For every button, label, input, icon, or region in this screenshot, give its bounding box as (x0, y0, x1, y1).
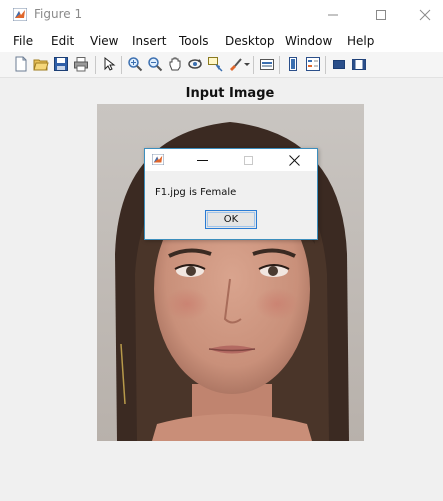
axes-title: Input Image (185, 86, 275, 101)
link-plot-icon[interactable] (259, 56, 275, 72)
window-title: Figure 1 (34, 7, 83, 21)
matlab-icon (152, 154, 164, 165)
toolbar-separator (95, 56, 96, 74)
close-icon (289, 155, 300, 166)
matlab-icon (13, 8, 27, 21)
pointer-icon[interactable] (101, 56, 117, 72)
toolbar-separator (279, 56, 280, 74)
maximize-icon (244, 156, 253, 165)
print-icon[interactable] (73, 56, 89, 72)
hide-plot-tools-icon[interactable] (331, 56, 347, 72)
title-bar[interactable]: Figure 1 (0, 0, 443, 30)
menu-help[interactable]: Help (347, 34, 374, 48)
colorbar-icon[interactable] (285, 56, 301, 72)
maximize-button[interactable] (362, 0, 402, 30)
figure-window: Figure 1 File Edit View Insert Tools Des… (0, 0, 443, 501)
pan-icon[interactable] (167, 56, 183, 72)
toolbar-separator (325, 56, 326, 74)
menu-tools[interactable]: Tools (179, 34, 209, 48)
legend-icon[interactable] (305, 56, 321, 72)
brush-icon[interactable] (227, 56, 243, 72)
figure-toolbar (0, 52, 443, 78)
minimize-button[interactable] (314, 0, 354, 30)
menu-view[interactable]: View (90, 34, 118, 48)
toolbar-separator (121, 56, 122, 74)
close-icon (419, 9, 431, 21)
menu-bar: File Edit View Insert Tools Desktop Wind… (0, 30, 443, 52)
minimize-icon (197, 160, 208, 161)
menu-window[interactable]: Window (285, 34, 332, 48)
menu-edit[interactable]: Edit (51, 34, 74, 48)
dialog-maximize-button (233, 149, 263, 171)
ok-button-label: OK (223, 214, 239, 225)
message-dialog: F1.jpg is Female OK (144, 148, 318, 240)
dialog-title-bar[interactable] (145, 149, 317, 171)
show-plot-tools-icon[interactable] (351, 56, 367, 72)
dialog-minimize-button[interactable] (187, 149, 217, 171)
maximize-icon (376, 10, 386, 20)
toolbar-separator (253, 56, 254, 74)
data-cursor-icon[interactable] (207, 56, 223, 72)
menu-desktop[interactable]: Desktop (225, 34, 275, 48)
menu-insert[interactable]: Insert (132, 34, 166, 48)
zoom-out-icon[interactable] (147, 56, 163, 72)
close-button[interactable] (406, 0, 443, 30)
menu-file[interactable]: File (13, 34, 33, 48)
new-figure-icon[interactable] (13, 56, 29, 72)
minimize-icon (328, 14, 338, 16)
rotate-3d-icon[interactable] (187, 56, 203, 72)
ok-button[interactable]: OK (205, 210, 257, 229)
zoom-in-icon[interactable] (127, 56, 143, 72)
dialog-close-button[interactable] (279, 149, 309, 171)
brush-dropdown-icon[interactable] (243, 56, 251, 72)
dialog-message: F1.jpg is Female (155, 187, 237, 198)
open-file-icon[interactable] (33, 56, 49, 72)
save-icon[interactable] (53, 56, 69, 72)
